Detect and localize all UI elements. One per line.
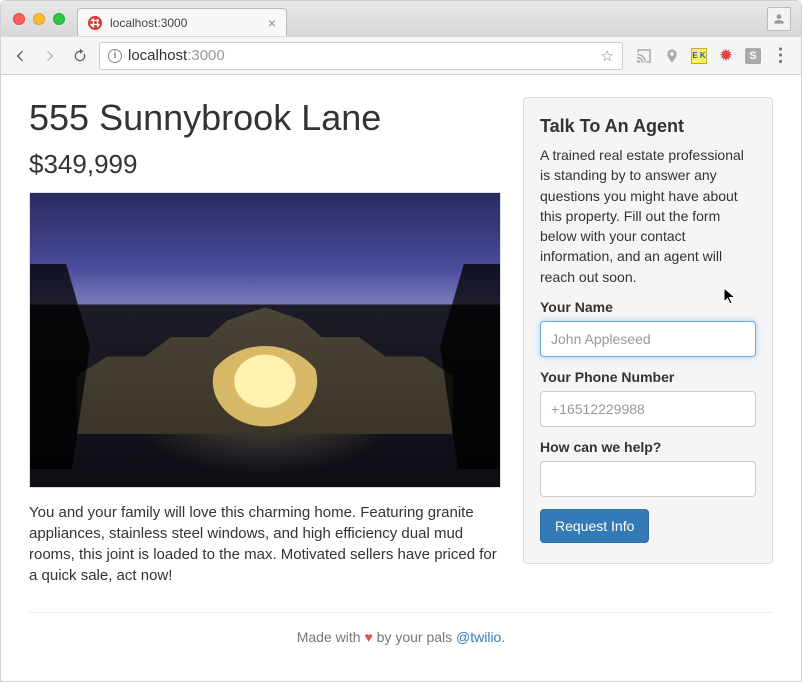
footer-mid: by your pals bbox=[373, 629, 456, 645]
tab-favicon-icon bbox=[88, 16, 102, 30]
twilio-link[interactable]: @twilio bbox=[456, 629, 501, 645]
window-minimize-button[interactable] bbox=[33, 13, 45, 25]
browser-tab[interactable]: localhost:3000 × bbox=[77, 8, 287, 36]
tab-title: localhost:3000 bbox=[110, 16, 187, 30]
extension-s-icon[interactable]: S bbox=[745, 48, 761, 64]
extension-burst-icon[interactable]: ✹ bbox=[717, 47, 735, 65]
request-info-button[interactable]: Request Info bbox=[540, 509, 649, 543]
browser-window: localhost:3000 × i localhost:3000 ☆ E K … bbox=[0, 0, 802, 682]
phone-input[interactable] bbox=[540, 391, 756, 427]
tab-bar: localhost:3000 × bbox=[1, 1, 801, 37]
agent-form-panel: Talk To An Agent A trained real estate p… bbox=[523, 97, 773, 564]
url-host-text: localhost bbox=[128, 47, 187, 64]
back-button[interactable] bbox=[9, 45, 31, 67]
name-input[interactable] bbox=[540, 321, 756, 357]
window-close-button[interactable] bbox=[13, 13, 25, 25]
footer-prefix: Made with bbox=[297, 629, 365, 645]
window-controls bbox=[13, 13, 65, 25]
url-port-text: :3000 bbox=[187, 47, 225, 64]
toolbar: i localhost:3000 ☆ E K ✹ S ⋮ bbox=[1, 37, 801, 75]
listing-photo bbox=[29, 192, 501, 488]
photo-decor bbox=[440, 264, 500, 470]
phone-label: Your Phone Number bbox=[540, 369, 756, 385]
listing-title: 555 Sunnybrook Lane bbox=[29, 97, 501, 139]
help-label: How can we help? bbox=[540, 439, 756, 455]
site-info-icon[interactable]: i bbox=[108, 49, 122, 63]
extension-icons: E K ✹ S ⋮ bbox=[631, 47, 793, 65]
page-content: 555 Sunnybrook Lane $349,999 You and you… bbox=[1, 75, 801, 681]
sidebar-heading: Talk To An Agent bbox=[540, 116, 756, 137]
tab-close-button[interactable]: × bbox=[268, 15, 276, 31]
footer-suffix: . bbox=[501, 629, 505, 645]
chrome-menu-button[interactable]: ⋮ bbox=[771, 47, 789, 65]
person-icon bbox=[772, 12, 786, 26]
bookmark-star-icon[interactable]: ☆ bbox=[601, 47, 614, 65]
page-viewport[interactable]: 555 Sunnybrook Lane $349,999 You and you… bbox=[1, 75, 801, 681]
sidebar-blurb: A trained real estate professional is st… bbox=[540, 145, 756, 287]
forward-button[interactable] bbox=[39, 45, 61, 67]
listing-main: 555 Sunnybrook Lane $349,999 You and you… bbox=[29, 97, 501, 586]
address-bar[interactable]: i localhost:3000 ☆ bbox=[99, 42, 623, 70]
heart-icon: ♥ bbox=[364, 629, 372, 645]
url-host: localhost:3000 bbox=[128, 47, 225, 64]
extension-ek-icon[interactable]: E K bbox=[691, 48, 707, 64]
listing-description: You and your family will love this charm… bbox=[29, 502, 501, 586]
footer-divider bbox=[29, 612, 773, 613]
help-input[interactable] bbox=[540, 461, 756, 497]
location-icon[interactable] bbox=[663, 47, 681, 65]
cast-icon[interactable] bbox=[635, 47, 653, 65]
reload-button[interactable] bbox=[69, 45, 91, 67]
page-footer: Made with ♥ by your pals @twilio. bbox=[29, 629, 773, 665]
mouse-cursor-icon bbox=[723, 287, 737, 305]
profile-avatar-button[interactable] bbox=[767, 7, 791, 31]
window-maximize-button[interactable] bbox=[53, 13, 65, 25]
photo-decor bbox=[30, 264, 90, 470]
listing-price: $349,999 bbox=[29, 149, 501, 180]
